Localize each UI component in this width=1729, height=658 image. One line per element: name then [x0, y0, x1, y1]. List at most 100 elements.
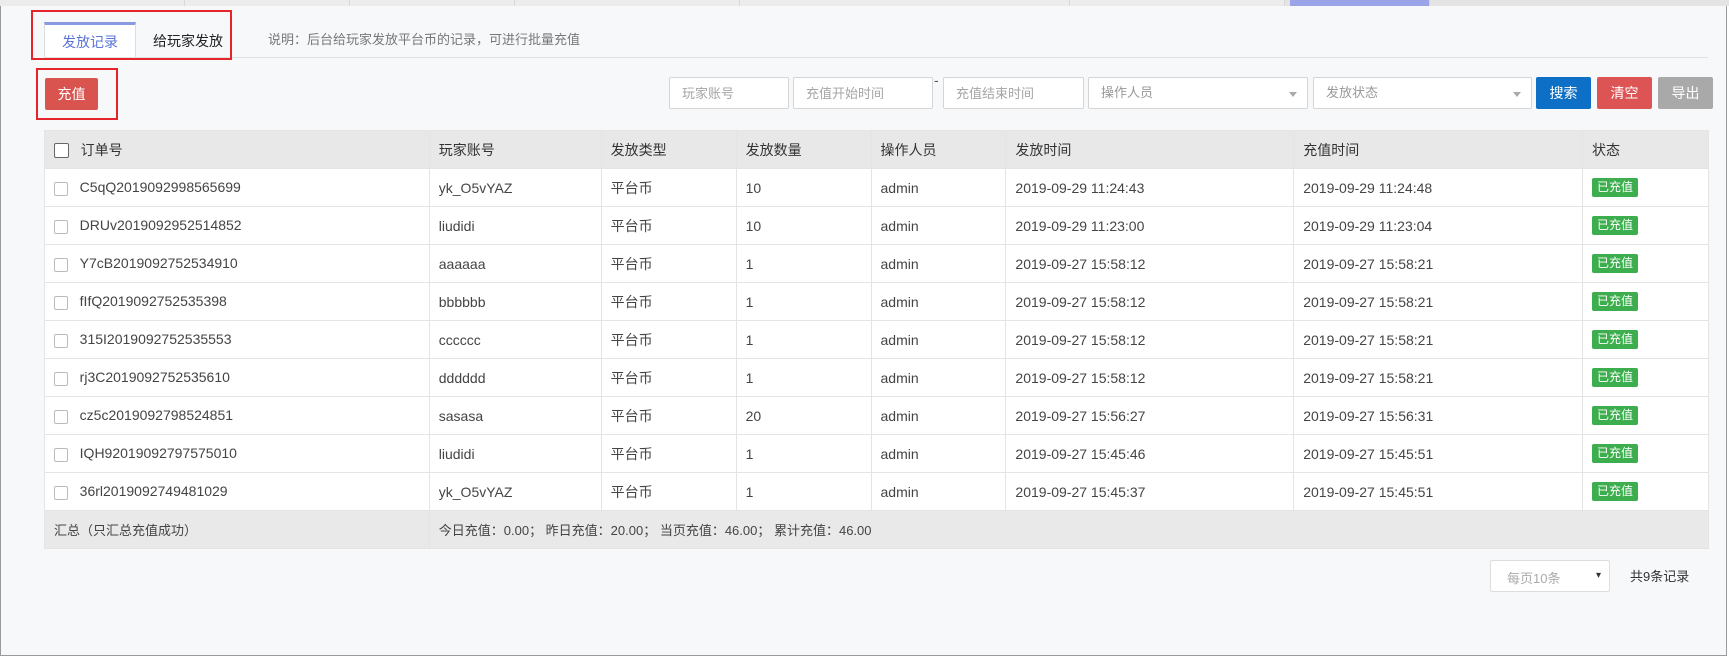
cell-issue-time: 2019-09-27 15:45:37 [1005, 472, 1295, 511]
summary-row: 汇总（只汇总充值成功） 今日充值：0.00； 昨日充值：20.00； 当页充值：… [44, 510, 1710, 549]
chevron-down-icon: ▾ [1595, 570, 1601, 581]
table-row: Y7cB2019092752534910 aaaaaa 平台币 1 admin 2019-… [44, 244, 1709, 283]
cell-operator: admin [870, 206, 1007, 245]
cell-operator: admin [870, 396, 1007, 435]
cell-issue-time: 2019-09-27 15:56:27 [1005, 396, 1295, 435]
cell-player-account: dddddd [428, 358, 602, 397]
status-badge: 已充值 [1592, 178, 1639, 197]
chevron-down-icon [1513, 92, 1521, 97]
order-no-text: cz5c2019092798524851 [79, 407, 234, 424]
cell-issue-type: 平台币 [600, 396, 737, 435]
cell-status: 已充值 [1582, 396, 1709, 435]
order-no-text: rj3C2019092752535610 [79, 369, 230, 386]
status-badge: 已充值 [1592, 368, 1639, 387]
per-page-value: 每页10条 [1507, 571, 1561, 586]
clear-button[interactable]: 清空 [1597, 77, 1652, 109]
cell-issue-amount: 20 [735, 396, 872, 435]
cell-order-no: C5qQ2019092998565699 [44, 168, 430, 207]
status-badge: 已充值 [1592, 216, 1639, 235]
cell-issue-amount: 1 [735, 472, 872, 511]
table-row: C5qQ2019092998565699 yk_O5vYAZ 平台币 10 admin 2… [44, 168, 1709, 207]
cell-issue-amount: 1 [735, 320, 872, 359]
cell-issue-type: 平台币 [600, 206, 737, 245]
search-button[interactable]: 搜索 [1536, 77, 1591, 109]
total-records: 共9条记录 [1630, 569, 1690, 584]
table-row: 315I2019092752535553 cccccc 平台币 1 admin 2019-… [44, 320, 1709, 359]
cell-player-account: aaaaaa [428, 244, 602, 283]
header-issue-type: 发放类型 [600, 130, 737, 169]
table-row: cz5c2019092798524851 sasasa 平台币 20 admin 2019… [44, 396, 1709, 435]
cell-operator: admin [870, 472, 1007, 511]
cell-issue-time: 2019-09-27 15:58:12 [1005, 320, 1295, 359]
cell-status: 已充值 [1582, 282, 1709, 321]
cell-operator: admin [870, 282, 1007, 321]
cell-order-no: IQH92019092797575010 [44, 434, 430, 473]
status-badge: 已充值 [1592, 330, 1639, 349]
cell-status: 已充值 [1582, 206, 1709, 245]
table-row: 36rl2019092749481029 yk_O5vYAZ 平台币 1 admin 20… [44, 472, 1709, 511]
cell-charge-time: 2019-09-27 15:56:31 [1293, 396, 1584, 435]
cell-issue-amount: 1 [735, 244, 872, 283]
header-status: 状态 [1582, 130, 1709, 169]
cell-issue-time: 2019-09-27 15:58:12 [1005, 282, 1295, 321]
operator-select[interactable]: 操作人员 [1088, 77, 1308, 109]
order-no-text: 315I2019092752535553 [79, 331, 232, 348]
row-checkbox[interactable] [54, 485, 68, 500]
table-row: fIfQ2019092752535398 bbbbbb 平台币 1 admin 2019-… [44, 282, 1709, 321]
row-checkbox[interactable] [54, 295, 68, 310]
cell-order-no: rj3C2019092752535610 [44, 358, 430, 397]
cell-player-account: cccccc [428, 320, 602, 359]
cell-player-account: yk_O5vYAZ [428, 168, 602, 207]
table-row: DRUv2019092952514852 liudidi 平台币 10 admin 201… [44, 206, 1709, 245]
row-checkbox[interactable] [54, 371, 68, 386]
cell-status: 已充值 [1582, 244, 1709, 283]
issue-status-select-placeholder: 发放状态 [1326, 85, 1379, 100]
row-checkbox[interactable] [54, 409, 68, 424]
cell-charge-time: 2019-09-27 15:45:51 [1293, 472, 1584, 511]
cell-charge-time: 2019-09-29 11:23:04 [1293, 206, 1584, 245]
per-page-select[interactable]: 每页10条 ▾ [1490, 560, 1610, 592]
cell-player-account: sasasa [428, 396, 602, 435]
summary-label: 汇总（只汇总充值成功） [44, 510, 430, 549]
row-checkbox[interactable] [54, 447, 68, 462]
row-checkbox[interactable] [54, 333, 68, 348]
cell-charge-time: 2019-09-27 15:58:21 [1293, 282, 1584, 321]
cell-issue-time: 2019-09-29 11:23:00 [1005, 206, 1295, 245]
cell-operator: admin [870, 434, 1007, 473]
cell-status: 已充值 [1582, 168, 1709, 207]
charge-start-time-input[interactable] [793, 77, 933, 109]
cell-charge-time: 2019-09-27 15:58:21 [1293, 320, 1584, 359]
summary-text: 今日充值：0.00； 昨日充值：20.00； 当页充值：46.00； 累计充值：… [428, 510, 1710, 549]
table-header-row: 订单号 玩家账号 发放类型 发放数量 操作人员 发放时间 充值时间 状态 [44, 130, 1709, 169]
charge-end-time-input[interactable] [943, 77, 1084, 109]
row-checkbox[interactable] [54, 219, 68, 234]
tab-description: 说明：后台给玩家发放平台币的记录，可进行批量充值 [268, 32, 581, 47]
cell-issue-type: 平台币 [600, 244, 737, 283]
player-account-input[interactable] [669, 77, 789, 109]
cell-operator: admin [870, 358, 1007, 397]
header-charge-time: 充值时间 [1293, 130, 1584, 169]
row-checkbox[interactable] [54, 181, 68, 196]
cell-status: 已充值 [1582, 358, 1709, 397]
cell-charge-time: 2019-09-27 15:58:21 [1293, 358, 1584, 397]
date-range-dash: - [934, 72, 939, 88]
header-player-account: 玩家账号 [428, 130, 602, 169]
cell-status: 已充值 [1582, 434, 1709, 473]
issue-status-select[interactable]: 发放状态 [1313, 77, 1532, 109]
cell-order-no: 36rl2019092749481029 [44, 472, 430, 511]
cell-player-account: yk_O5vYAZ [428, 472, 602, 511]
cell-issue-type: 平台币 [600, 472, 737, 511]
cell-operator: admin [870, 168, 1007, 207]
header-operator: 操作人员 [870, 130, 1007, 169]
select-all-checkbox[interactable] [54, 143, 69, 159]
status-badge: 已充值 [1592, 254, 1639, 273]
export-button[interactable]: 导出 [1658, 77, 1713, 109]
cell-order-no: 315I2019092752535553 [44, 320, 430, 359]
row-checkbox[interactable] [54, 257, 68, 272]
cell-issue-type: 平台币 [600, 320, 737, 359]
cell-issue-time: 2019-09-27 15:58:12 [1005, 244, 1295, 283]
cell-issue-type: 平台币 [600, 168, 737, 207]
cell-order-no: DRUv2019092952514852 [44, 206, 430, 245]
cell-issue-time: 2019-09-27 15:45:46 [1005, 434, 1295, 473]
cell-player-account: liudidi [428, 434, 602, 473]
